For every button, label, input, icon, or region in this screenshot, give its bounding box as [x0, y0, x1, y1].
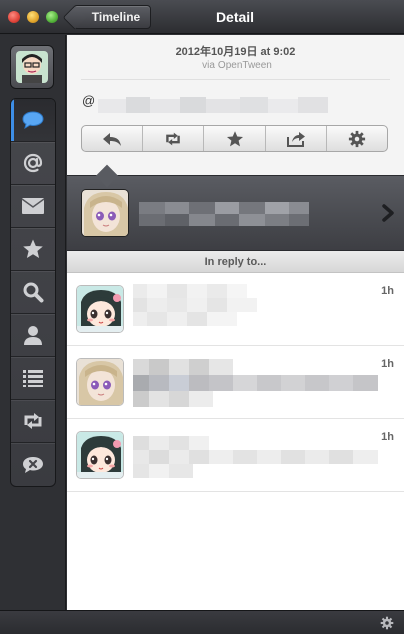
- detail-panel: 2012年10月19日 at 9:02 via OpenTween @ In r…: [67, 35, 404, 610]
- mention-prefix[interactable]: @: [82, 93, 95, 108]
- bottom-bar: [0, 610, 404, 634]
- anime-girl-avatar-icon: [77, 432, 123, 478]
- minimize-window-button[interactable]: [27, 11, 39, 23]
- account-avatar[interactable]: [10, 45, 54, 89]
- author-name-pixelated: [139, 202, 309, 226]
- retweet-icon: [24, 413, 42, 429]
- tweet-detail: 2012年10月19日 at 9:02 via OpenTween @: [67, 35, 404, 175]
- sidebar: [0, 35, 66, 610]
- reply-avatar[interactable]: [76, 285, 124, 333]
- sidebar-item-mentions[interactable]: [11, 142, 55, 185]
- sidebar-nav: [10, 98, 56, 487]
- user-avatar-icon: [16, 51, 48, 83]
- retweet-icon: [166, 132, 181, 145]
- sidebar-item-messages[interactable]: [11, 185, 55, 228]
- envelope-icon: [21, 198, 45, 214]
- author-row[interactable]: [67, 164, 404, 251]
- star-icon: [23, 239, 43, 258]
- tweet-via: via OpenTween: [67, 60, 404, 71]
- reply-text-pixelated: [133, 430, 378, 484]
- gear-icon: [348, 130, 366, 147]
- sidebar-item-muted[interactable]: [11, 443, 55, 486]
- favorite-button[interactable]: [204, 126, 266, 151]
- reply-item[interactable]: 1h: [67, 420, 404, 492]
- divider: [81, 79, 390, 80]
- author-avatar[interactable]: [81, 189, 129, 237]
- reply-avatar[interactable]: [76, 431, 124, 479]
- share-button[interactable]: [266, 126, 327, 151]
- speech-bubble-icon: [22, 111, 44, 130]
- title-bar: Timeline Detail: [0, 0, 404, 34]
- sidebar-item-timeline[interactable]: [11, 99, 55, 142]
- doll-avatar-icon: [82, 190, 128, 236]
- gear-icon[interactable]: [380, 616, 394, 630]
- more-options-button[interactable]: [327, 126, 387, 151]
- muted-bubble-icon: [23, 456, 43, 473]
- window-title: Detail: [215, 9, 255, 25]
- search-icon: [23, 282, 44, 303]
- reply-text-pixelated: [133, 357, 378, 411]
- via-client-link[interactable]: OpenTween: [218, 60, 272, 71]
- via-prefix: via: [202, 60, 215, 71]
- reply-avatar[interactable]: [76, 358, 124, 406]
- reply-item[interactable]: 1h: [67, 347, 404, 419]
- anime-girl-avatar-icon: [77, 286, 123, 332]
- close-window-button[interactable]: [8, 11, 20, 23]
- sidebar-item-search[interactable]: [11, 271, 55, 314]
- retweet-button[interactable]: [143, 126, 205, 151]
- sidebar-item-retweets[interactable]: [11, 400, 55, 443]
- reply-text-pixelated: [133, 284, 378, 338]
- sidebar-item-lists[interactable]: [11, 357, 55, 400]
- chevron-right-icon: [382, 204, 394, 222]
- zoom-window-button[interactable]: [46, 11, 58, 23]
- reply-icon: [103, 132, 122, 146]
- list-icon: [23, 370, 43, 387]
- reply-time: 1h: [381, 285, 394, 297]
- tweet-action-bar: [81, 125, 388, 152]
- tweet-text-pixelated: [98, 95, 328, 117]
- reply-button[interactable]: [82, 126, 144, 151]
- at-icon: [23, 153, 43, 173]
- doll-avatar-icon: [77, 359, 123, 405]
- tweet-date: 2012年10月19日 at 9:02: [175, 46, 296, 58]
- sidebar-item-profile[interactable]: [11, 314, 55, 357]
- reply-item[interactable]: 1h: [67, 274, 404, 346]
- share-icon: [286, 131, 305, 147]
- in-reply-to-header: In reply to...: [67, 251, 404, 273]
- star-icon: [226, 130, 243, 146]
- user-icon: [24, 326, 42, 345]
- sidebar-item-favorites[interactable]: [11, 228, 55, 271]
- reply-time: 1h: [381, 358, 394, 370]
- reply-time: 1h: [381, 431, 394, 443]
